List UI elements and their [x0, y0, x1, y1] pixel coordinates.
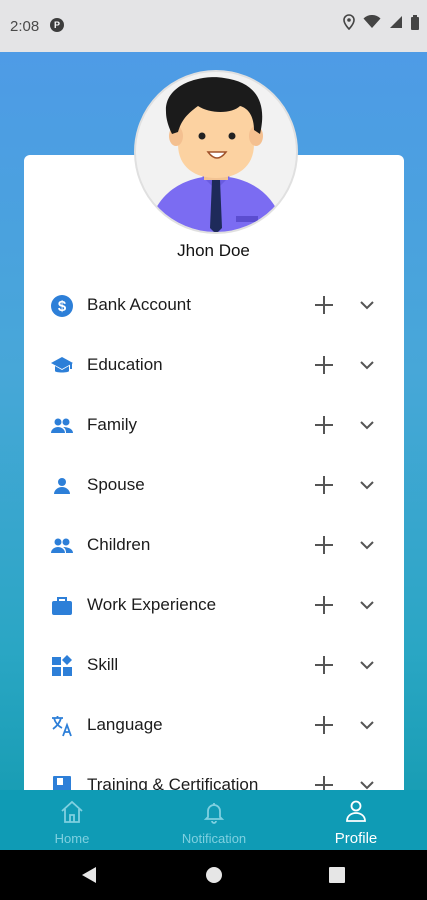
nav-home[interactable]: Home	[36, 790, 108, 850]
section-label: Spouse	[87, 475, 145, 494]
add-icon[interactable]	[311, 352, 337, 378]
chevron-down-icon[interactable]	[356, 714, 378, 736]
add-icon[interactable]	[311, 292, 337, 318]
section-education[interactable]: Education	[24, 336, 404, 396]
nav-home-label: Home	[54, 831, 90, 846]
chevron-down-icon[interactable]	[356, 654, 378, 676]
family-icon	[50, 414, 74, 438]
location-icon	[343, 14, 355, 34]
section-bank-account[interactable]: $ Bank Account	[24, 276, 404, 336]
status-time: 2:08	[10, 18, 40, 35]
children-icon	[50, 534, 74, 558]
section-training-certification[interactable]: Training & Certification	[24, 756, 404, 790]
wifi-icon	[363, 14, 381, 33]
section-label: Work Experience	[87, 595, 217, 614]
section-label: Skill	[87, 655, 119, 674]
app-notification-icon: P	[50, 18, 64, 32]
bank-account-icon: $	[50, 294, 74, 318]
section-label: Training & Certification	[87, 775, 259, 790]
bell-icon	[168, 800, 260, 829]
chevron-down-icon[interactable]	[356, 474, 378, 496]
signal-icon	[389, 15, 403, 33]
chevron-down-icon[interactable]	[356, 414, 378, 436]
system-navigation-bar	[0, 850, 427, 900]
add-icon[interactable]	[311, 712, 337, 738]
work-experience-icon	[50, 594, 74, 618]
home-circle-icon[interactable]	[205, 866, 223, 889]
home-icon	[36, 800, 108, 829]
section-spouse[interactable]: Spouse	[24, 456, 404, 516]
chevron-down-icon[interactable]	[356, 294, 378, 316]
chevron-down-icon[interactable]	[356, 354, 378, 376]
battery-icon	[411, 14, 419, 34]
add-icon[interactable]	[311, 532, 337, 558]
nav-profile-label: Profile	[334, 830, 378, 847]
bottom-navigation: Home Notification Profile	[0, 790, 427, 850]
chevron-down-icon[interactable]	[356, 534, 378, 556]
section-family[interactable]: Family	[24, 396, 404, 456]
add-icon[interactable]	[311, 412, 337, 438]
add-icon[interactable]	[311, 472, 337, 498]
add-icon[interactable]	[311, 592, 337, 618]
nav-notification[interactable]: Notification	[168, 790, 260, 850]
svg-text:$: $	[58, 298, 67, 315]
chevron-down-icon[interactable]	[356, 774, 378, 790]
section-label: Education	[87, 355, 163, 374]
recents-icon[interactable]	[329, 867, 345, 888]
nav-notification-label: Notification	[181, 831, 247, 846]
spouse-icon	[50, 474, 74, 498]
section-children[interactable]: Children	[24, 516, 404, 576]
chevron-down-icon[interactable]	[356, 594, 378, 616]
add-icon[interactable]	[311, 652, 337, 678]
profile-icon	[320, 799, 392, 828]
profile-name: Jhon Doe	[177, 241, 250, 260]
avatar[interactable]	[134, 70, 298, 234]
education-icon	[50, 354, 74, 378]
language-icon	[50, 714, 74, 738]
section-label: Bank Account	[87, 295, 191, 314]
section-label: Children	[87, 535, 151, 554]
status-bar: 2:08 P	[0, 0, 427, 52]
section-work-experience[interactable]: Work Experience	[24, 576, 404, 636]
section-label: Family	[87, 415, 138, 434]
add-icon[interactable]	[311, 772, 337, 790]
back-icon[interactable]	[80, 866, 98, 889]
section-skill[interactable]: Skill	[24, 636, 404, 696]
training-icon	[50, 774, 74, 790]
skill-icon	[50, 654, 74, 678]
section-language[interactable]: Language	[24, 696, 404, 756]
section-label: Language	[87, 715, 163, 734]
nav-profile[interactable]: Profile	[320, 790, 392, 850]
